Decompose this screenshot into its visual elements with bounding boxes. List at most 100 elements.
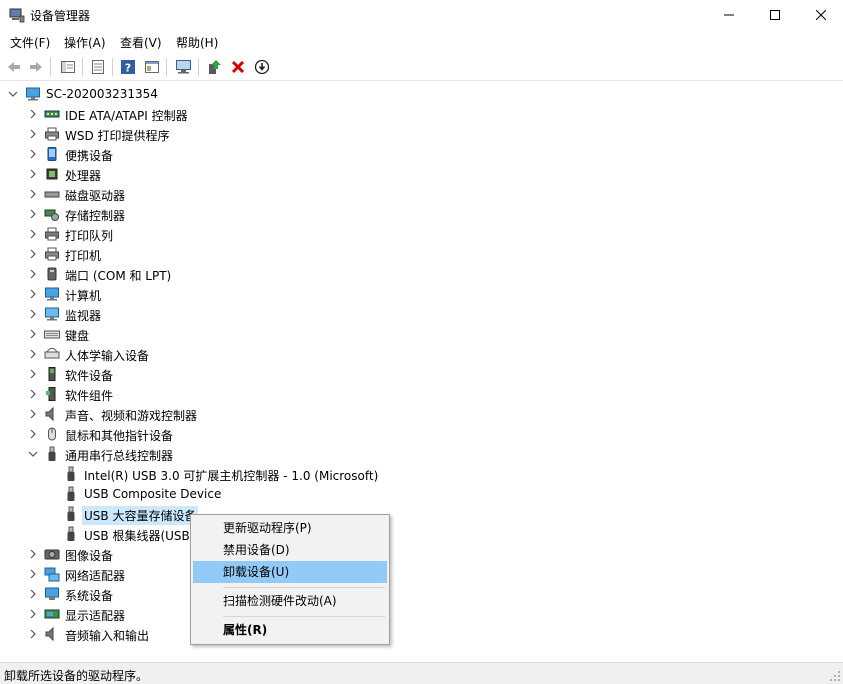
tree-device-selected[interactable]: USB 大容量存储设备 [0, 504, 843, 525]
tree-category[interactable]: 软件设备 [0, 364, 843, 384]
toolbar-separator [198, 58, 199, 76]
tree-category-label: 系统设备 [65, 589, 114, 603]
toolbar-separator [166, 58, 167, 76]
show-hide-console-tree-icon [61, 61, 75, 73]
minimize-button[interactable] [706, 0, 752, 30]
tree-category[interactable]: 显示适配器 [0, 604, 843, 624]
tree-category[interactable]: 系统设备 [0, 584, 843, 604]
tree-category[interactable]: 计算机 [0, 284, 843, 304]
tree-root-computer[interactable]: SC-202003231354 [0, 84, 843, 104]
menu-bar: 文件(F) 操作(A) 查看(V) 帮助(H) [0, 30, 843, 54]
tree-device[interactable]: Intel(R) USB 3.0 可扩展主机控制器 - 1.0 (Microso… [0, 464, 843, 484]
svg-text:?: ? [125, 62, 131, 75]
context-properties[interactable]: 属性(R) [193, 619, 387, 641]
tree-category[interactable]: 声音、视频和游戏控制器 [0, 404, 843, 424]
properties-button[interactable] [88, 57, 108, 77]
tree-category-label: 磁盘驱动器 [65, 189, 126, 203]
maximize-button[interactable] [752, 0, 798, 30]
update-driver-button[interactable] [204, 57, 224, 77]
tree-category-label: 计算机 [65, 289, 102, 303]
minimize-icon [724, 14, 734, 16]
toolbar: ? [0, 54, 843, 81]
context-separator [223, 587, 385, 588]
tree-category[interactable]: 网络适配器 [0, 564, 843, 584]
tree-category[interactable]: 鼠标和其他指针设备 [0, 424, 843, 444]
context-scan-hardware[interactable]: 扫描检测硬件改动(A) [193, 590, 387, 612]
menu-help[interactable]: 帮助(H) [176, 34, 218, 51]
uninstall-icon [231, 60, 245, 74]
view-button[interactable] [142, 57, 162, 77]
tree-category-label: 人体学输入设备 [65, 349, 150, 363]
tree-category[interactable]: 端口 (COM 和 LPT) [0, 264, 843, 284]
disable-device-icon [254, 59, 270, 75]
tree-category[interactable]: 音频输入和输出 [0, 624, 843, 644]
context-disable-device[interactable]: 禁用设备(D) [193, 539, 387, 561]
tree-category-label: 音频输入和输出 [65, 629, 150, 643]
tree-category[interactable]: 通用串行总线控制器 [0, 444, 843, 464]
tree-category[interactable]: 打印机 [0, 244, 843, 264]
tree-root-computer-label: SC-202003231354 [46, 87, 158, 101]
view-icon [145, 61, 159, 73]
tree-category-label: 鼠标和其他指针设备 [65, 429, 174, 443]
tree-category-label: 软件组件 [65, 389, 114, 403]
tree-category[interactable]: 打印队列 [0, 224, 843, 244]
tree-category-label: 键盘 [65, 329, 90, 343]
tree-device-label: Intel(R) USB 3.0 可扩展主机控制器 - 1.0 (Microso… [84, 469, 379, 483]
status-bar: 卸载所选设备的驱动程序。 [0, 662, 843, 684]
resize-grip-icon[interactable] [829, 670, 841, 682]
window-title: 设备管理器 [30, 9, 91, 23]
tree-category-label: 声音、视频和游戏控制器 [65, 409, 198, 423]
tree-category[interactable]: 处理器 [0, 164, 843, 184]
help-icon: ? [121, 60, 135, 75]
disable-device-button[interactable] [252, 57, 272, 77]
context-uninstall-device[interactable]: 卸载设备(U) [193, 561, 387, 583]
back-arrow-icon [8, 62, 20, 72]
scan-hardware-button[interactable] [174, 57, 194, 77]
context-separator [223, 616, 385, 617]
uninstall-button[interactable] [228, 57, 248, 77]
tree-category-label: WSD 打印提供程序 [65, 129, 170, 143]
status-text: 卸载所选设备的驱动程序。 [4, 669, 149, 683]
scan-hardware-changes-icon [176, 60, 191, 74]
tree-category-label: 端口 (COM 和 LPT) [65, 269, 172, 283]
tree-category[interactable]: 存储控制器 [0, 204, 843, 224]
tree-device[interactable]: USB 根集线器(USB 3.0) [0, 524, 843, 544]
tree-category[interactable]: 图像设备 [0, 544, 843, 564]
toolbar-separator [82, 58, 83, 76]
tree-category-label: 软件设备 [65, 369, 114, 383]
back-button[interactable] [4, 57, 24, 77]
console-tree-button[interactable] [58, 57, 78, 77]
tree-category-label: 存储控制器 [65, 209, 126, 223]
tree-category[interactable]: 键盘 [0, 324, 843, 344]
forward-arrow-icon [30, 62, 42, 72]
tree-device-label: USB Composite Device [84, 487, 222, 501]
tree-category[interactable]: 监视器 [0, 304, 843, 324]
tree-device[interactable]: USB Composite Device [0, 484, 843, 504]
device-tree: SC-202003231354 IDE ATA/ATAPI 控制器 WSD 打印提供… [0, 82, 843, 662]
tree-category-label: 网络适配器 [65, 569, 126, 583]
toolbar-separator [112, 58, 113, 76]
close-button[interactable] [798, 0, 843, 30]
tree-category-label: 通用串行总线控制器 [65, 449, 174, 463]
tree-category[interactable]: 便携设备 [0, 144, 843, 164]
tree-category[interactable]: 人体学输入设备 [0, 344, 843, 364]
maximize-icon [770, 10, 780, 20]
menu-view[interactable]: 查看(V) [120, 34, 162, 51]
tree-category[interactable]: WSD 打印提供程序 [0, 124, 843, 144]
menu-action[interactable]: 操作(A) [64, 34, 106, 51]
forward-button[interactable] [26, 57, 46, 77]
title-bar: 设备管理器 [0, 0, 843, 30]
device-manager-icon [9, 8, 25, 23]
menu-file[interactable]: 文件(F) [10, 34, 50, 51]
tree-category-label: 打印机 [65, 249, 102, 263]
help-button[interactable]: ? [118, 57, 138, 77]
context-update-driver[interactable]: 更新驱动程序(P) [193, 517, 387, 539]
tree-category-label: 便携设备 [65, 149, 114, 163]
tree-category[interactable]: 磁盘驱动器 [0, 184, 843, 204]
tree-category-label: 图像设备 [65, 549, 114, 563]
close-icon [816, 10, 826, 20]
tree-category[interactable]: 软件组件 [0, 384, 843, 404]
tree-category[interactable]: IDE ATA/ATAPI 控制器 [0, 104, 843, 124]
tree-category-label: 监视器 [65, 309, 102, 323]
context-menu: 更新驱动程序(P) 禁用设备(D) 卸载设备(U) 扫描检测硬件改动(A) 属性… [190, 514, 390, 645]
